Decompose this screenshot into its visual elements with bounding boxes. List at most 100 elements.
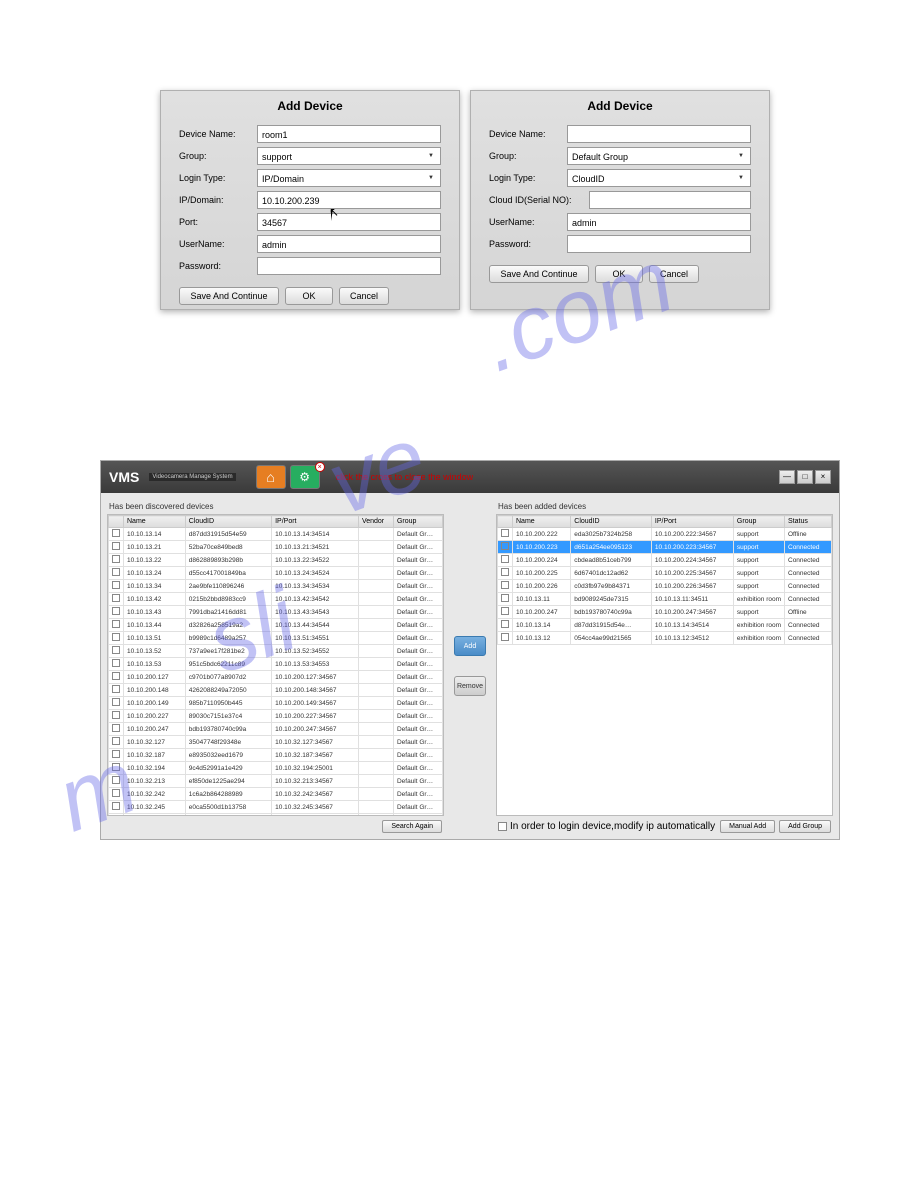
home-icon: ⌂ [266, 469, 274, 485]
label-login-type: Login Type: [179, 173, 257, 183]
label-password: Password: [489, 239, 567, 249]
dialog-title: Add Device [161, 91, 459, 123]
save-continue-button[interactable]: Save And Continue [489, 265, 589, 283]
table-row[interactable]: 10.10.13.437991dba21416dd8110.10.13.43:3… [109, 606, 443, 619]
minimize-icon[interactable]: — [779, 470, 795, 484]
table-row[interactable]: 10.10.200.2256d67401dc12ad6210.10.200.22… [498, 567, 832, 580]
device-icon: ⚙ [299, 470, 310, 484]
table-row[interactable]: 10.10.32.187e8935032eed167910.10.32.187:… [109, 749, 443, 762]
add-button[interactable]: Add [454, 636, 486, 656]
table-row[interactable]: 10.10.32.213ef850de1225ae29410.10.32.213… [109, 775, 443, 788]
port-input[interactable]: 34567 [257, 213, 441, 231]
save-continue-button[interactable]: Save And Continue [179, 287, 279, 305]
table-row[interactable]: 10.10.200.1484262088249a7205010.10.200.1… [109, 684, 443, 697]
table-row[interactable]: 10.10.32.245e0ca5500d1b1375810.10.32.245… [109, 801, 443, 814]
col-cloudid[interactable]: CloudID [185, 516, 271, 528]
ok-button[interactable]: OK [595, 265, 643, 283]
table-row[interactable]: 10.10.32.12735047748f29348e10.10.32.127:… [109, 736, 443, 749]
dialog-title: Add Device [471, 91, 769, 123]
add-device-dialog-ipdomain: Add Device Device Name:room1 Group:suppo… [160, 90, 460, 310]
vms-logo: VMS [109, 469, 139, 485]
group-select[interactable]: Default Group [567, 147, 751, 165]
table-row[interactable]: 10.10.32.1949c4d52991a1e42910.10.32.194:… [109, 762, 443, 775]
table-row[interactable]: 10.10.200.247bdb193780740c99a10.10.200.2… [498, 606, 832, 619]
vms-header: VMS Videocamera Manage System ⌂ ⚙ × clic… [101, 461, 839, 493]
table-row[interactable]: 10.10.200.223d651a254ee09512310.10.200.2… [498, 541, 832, 554]
col-group[interactable]: Group [393, 516, 442, 528]
table-row[interactable]: 10.10.200.149985b7110950b44510.10.200.14… [109, 697, 443, 710]
table-row[interactable]: 10.10.32.2421c6a2b86428898910.10.32.242:… [109, 788, 443, 801]
auto-ip-checkbox[interactable]: In order to login device,modify ip autom… [498, 821, 715, 832]
table-row[interactable]: 10.10.200.247bdb193780740c99a10.10.200.2… [109, 723, 443, 736]
table-row[interactable]: 10.10.13.24d55cc417001849ba10.10.13.24:3… [109, 567, 443, 580]
username-input[interactable]: admin [567, 213, 751, 231]
label-ip-domain: IP/Domain: [179, 195, 257, 205]
table-row[interactable]: 10.10.13.14d87dd31915d54e…10.10.13.14:34… [498, 619, 832, 632]
checkbox-icon[interactable] [498, 822, 507, 831]
ip-domain-input[interactable]: 10.10.200.239 [257, 191, 441, 209]
discovered-devices-table[interactable]: Name CloudID IP/Port Vendor Group 10.10.… [107, 514, 444, 816]
annotation-text: click the cross to close the window [336, 472, 474, 482]
close-tab-icon[interactable]: × [315, 462, 325, 472]
window-controls: — □ × [779, 470, 831, 484]
col-cloudid[interactable]: CloudID [571, 516, 652, 528]
device-name-input[interactable]: room1 [257, 125, 441, 143]
login-type-select[interactable]: IP/Domain [257, 169, 441, 187]
col-vendor[interactable]: Vendor [358, 516, 393, 528]
table-row[interactable]: 10.10.13.342ae9bfe11089624610.10.13.34:3… [109, 580, 443, 593]
nav-home-button[interactable]: ⌂ [256, 465, 286, 489]
table-row[interactable]: 10.10.13.2152ba70ce849bed810.10.13.21:34… [109, 541, 443, 554]
table-row[interactable]: 10.10.13.52737a9ee17f281be210.10.13.52:3… [109, 645, 443, 658]
table-row[interactable]: 10.10.13.44d32826a258519a210.10.13.44:34… [109, 619, 443, 632]
close-icon[interactable]: × [815, 470, 831, 484]
col-checkbox[interactable] [498, 516, 513, 528]
label-password: Password: [179, 261, 257, 271]
password-input[interactable] [257, 257, 441, 275]
label-group: Group: [179, 151, 257, 161]
table-row[interactable]: 10.10.13.14d87dd31915d54e5910.10.13.14:3… [109, 528, 443, 541]
label-cloud-id: Cloud ID(Serial NO): [489, 195, 589, 205]
cloud-id-input[interactable] [589, 191, 751, 209]
discovered-devices-panel: Has been discovered devices Name CloudID… [107, 499, 444, 833]
cursor-icon [331, 209, 341, 221]
col-status[interactable]: Status [785, 516, 832, 528]
table-row[interactable]: 10.10.13.22d862889893b298b10.10.13.22:34… [109, 554, 443, 567]
table-row[interactable]: 10.10.200.222eda3025b7324b25810.10.200.2… [498, 528, 832, 541]
maximize-icon[interactable]: □ [797, 470, 813, 484]
username-input[interactable]: admin [257, 235, 441, 253]
table-row[interactable]: 10.10.13.51b9989c1d6489a25710.10.13.51:3… [109, 632, 443, 645]
col-group[interactable]: Group [733, 516, 784, 528]
label-device-name: Device Name: [179, 129, 257, 139]
col-checkbox[interactable] [109, 516, 124, 528]
cancel-button[interactable]: Cancel [649, 265, 699, 283]
col-name[interactable]: Name [124, 516, 186, 528]
table-row[interactable]: 10.10.200.224cbdead8b51ceb79910.10.200.2… [498, 554, 832, 567]
device-name-input[interactable] [567, 125, 751, 143]
table-row[interactable]: 10.10.200.226c0d3fb97e9b8437110.10.200.2… [498, 580, 832, 593]
table-row[interactable]: 10.10.13.12054cc4ae99d2156510.10.13.12:3… [498, 632, 832, 645]
table-row[interactable]: 10.10.200.22789030c7151e37c410.10.200.22… [109, 710, 443, 723]
label-group: Group: [489, 151, 567, 161]
table-row[interactable]: 10.10.13.420215b2bbd8983cc910.10.13.42:3… [109, 593, 443, 606]
nav-device-manager-button[interactable]: ⚙ × [290, 465, 320, 489]
added-devices-table[interactable]: Name CloudID IP/Port Group Status 10.10.… [496, 514, 833, 816]
ok-button[interactable]: OK [285, 287, 333, 305]
col-ipport[interactable]: IP/Port [651, 516, 733, 528]
col-name[interactable]: Name [513, 516, 571, 528]
label-device-name: Device Name: [489, 129, 567, 139]
add-group-button[interactable]: Add Group [779, 820, 831, 833]
table-row[interactable]: 10.10.13.53951c5bdc62211c8910.10.13.53:3… [109, 658, 443, 671]
label-login-type: Login Type: [489, 173, 567, 183]
group-select[interactable]: support [257, 147, 441, 165]
vms-nav: ⌂ ⚙ × [256, 465, 320, 489]
label-username: UserName: [489, 217, 567, 227]
table-row[interactable]: 10.10.200.127c9701b077a8907d210.10.200.1… [109, 671, 443, 684]
cancel-button[interactable]: Cancel [339, 287, 389, 305]
remove-button[interactable]: Remove [454, 676, 486, 696]
table-row[interactable]: 10.10.13.11bd9089245de731510.10.13.11:34… [498, 593, 832, 606]
manual-add-button[interactable]: Manual Add [720, 820, 775, 833]
col-ipport[interactable]: IP/Port [272, 516, 359, 528]
search-again-button[interactable]: Search Again [382, 820, 442, 833]
password-input[interactable] [567, 235, 751, 253]
login-type-select[interactable]: CloudID [567, 169, 751, 187]
